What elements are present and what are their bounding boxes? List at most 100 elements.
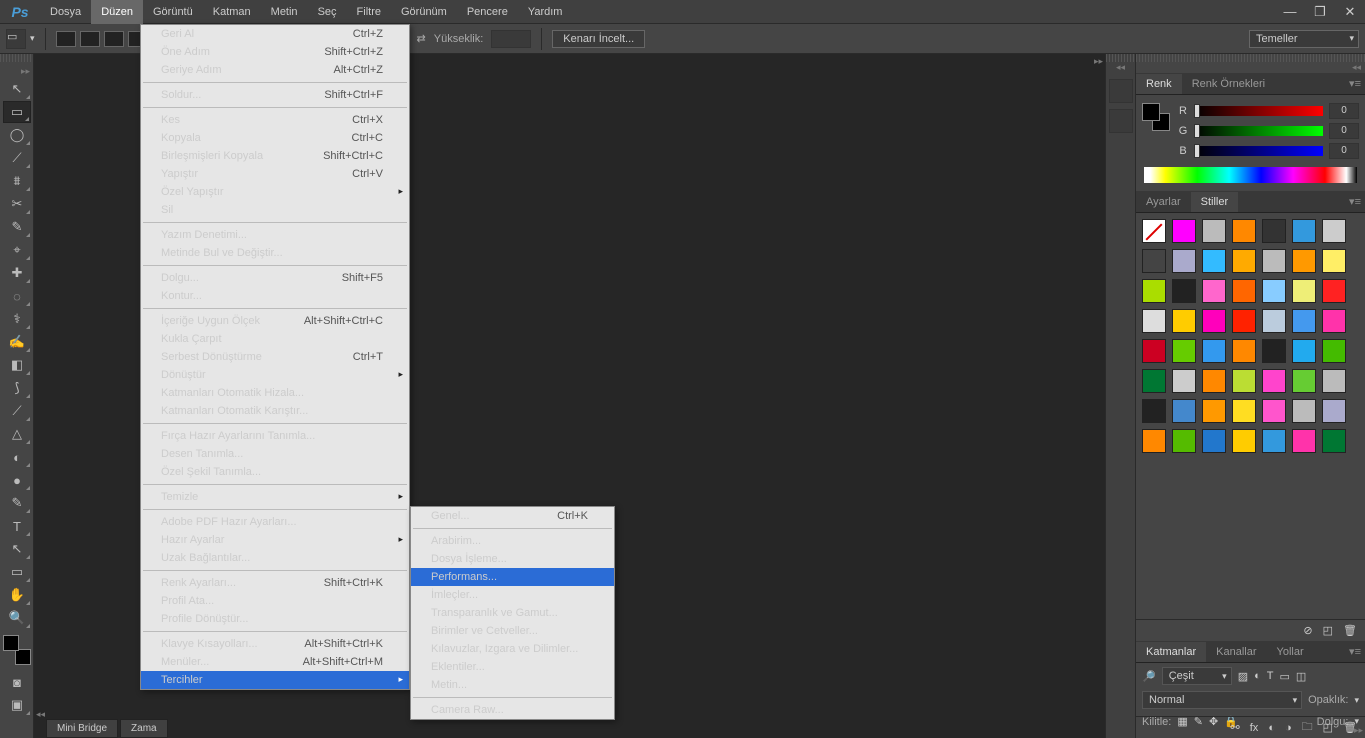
style-swatch[interactable]	[1322, 249, 1346, 273]
tool-22[interactable]: ✋	[3, 584, 31, 606]
style-swatch[interactable]	[1202, 309, 1226, 333]
style-swatch[interactable]	[1232, 279, 1256, 303]
tab-timeline[interactable]: Zama	[120, 719, 168, 738]
menuitem[interactable]: Desen Tanımla...	[141, 445, 409, 463]
maximize-button[interactable]: ❐	[1305, 2, 1335, 22]
b-value[interactable]: 0	[1329, 143, 1359, 159]
menu-yardım[interactable]: Yardım	[518, 0, 573, 24]
menuitem[interactable]: Fırça Hazır Ayarlarını Tanımla...	[141, 427, 409, 445]
style-swatch[interactable]	[1322, 219, 1346, 243]
menuitem[interactable]: Klavye Kısayolları...Alt+Shift+Ctrl+K	[141, 635, 409, 653]
style-swatch[interactable]	[1142, 309, 1166, 333]
menuitem[interactable]: Soldur...Shift+Ctrl+F	[141, 86, 409, 104]
menuitem[interactable]: Uzak Bağlantılar...	[141, 549, 409, 567]
style-swatch[interactable]	[1262, 399, 1286, 423]
style-swatch[interactable]	[1142, 339, 1166, 363]
menuitem[interactable]: Geriye AdımAlt+Ctrl+Z	[141, 61, 409, 79]
tool-14[interactable]: ⟋	[3, 400, 31, 422]
menu-katman[interactable]: Katman	[203, 0, 261, 24]
menuitem[interactable]: Eklentiler...	[411, 658, 614, 676]
tool-16[interactable]: ◐	[3, 446, 31, 468]
menuitem[interactable]: Transparanlık ve Gamut...	[411, 604, 614, 622]
style-swatch[interactable]	[1172, 219, 1196, 243]
tool-23[interactable]: 🔍	[3, 607, 31, 629]
spectrum-bar[interactable]	[1144, 167, 1357, 183]
menuitem[interactable]: Arabirim...	[411, 532, 614, 550]
mode-3-icon[interactable]	[104, 31, 124, 47]
dock-btn-1[interactable]	[1109, 79, 1133, 103]
tool-13[interactable]: ⟆	[3, 377, 31, 399]
dock-btn-2[interactable]	[1109, 109, 1133, 133]
style-swatch[interactable]	[1232, 309, 1256, 333]
r-value[interactable]: 0	[1329, 103, 1359, 119]
menu-dosya[interactable]: Dosya	[40, 0, 91, 24]
mask-icon[interactable]: ◐	[1268, 722, 1275, 734]
blend-mode-select[interactable]: Normal	[1142, 691, 1302, 709]
tool-6[interactable]: ✎	[3, 216, 31, 238]
style-swatch[interactable]	[1202, 369, 1226, 393]
menu-görüntü[interactable]: Görüntü	[143, 0, 203, 24]
tool-7[interactable]: ⌖	[3, 239, 31, 261]
menuitem[interactable]: Birleşmişleri KopyalaShift+Ctrl+C	[141, 147, 409, 165]
panel-menu-icon[interactable]: ▾≡	[1349, 77, 1361, 90]
menuitem[interactable]: Renk Ayarları...Shift+Ctrl+K	[141, 574, 409, 592]
menuitem[interactable]: YapıştırCtrl+V	[141, 165, 409, 183]
style-swatch[interactable]	[1292, 429, 1316, 453]
style-swatch[interactable]	[1322, 369, 1346, 393]
menu-düzen[interactable]: Düzen	[91, 0, 143, 24]
menuitem[interactable]: Kılavuzlar, Izgara ve Dilimler...	[411, 640, 614, 658]
filter-smart-icon[interactable]: ◫	[1296, 670, 1306, 683]
style-swatch[interactable]	[1262, 279, 1286, 303]
style-swatch[interactable]	[1172, 279, 1196, 303]
new-style-icon[interactable]: ◰	[1323, 624, 1333, 637]
style-swatch[interactable]	[1172, 399, 1196, 423]
new-layer-icon[interactable]: ◰	[1323, 721, 1333, 734]
tool-21[interactable]: ▭	[3, 561, 31, 583]
swap-icon[interactable]: ⇄	[417, 32, 426, 45]
menuitem[interactable]: Dosya İşleme...	[411, 550, 614, 568]
style-swatch[interactable]	[1292, 219, 1316, 243]
close-button[interactable]: ✕	[1335, 2, 1365, 22]
menuitem[interactable]: Katmanları Otomatik Karıştır...	[141, 402, 409, 420]
menuitem[interactable]: Sil	[141, 201, 409, 219]
quickmask-icon[interactable]: ◙	[3, 671, 31, 693]
menuitem[interactable]: Performans...	[411, 568, 614, 586]
menuitem[interactable]: Genel...Ctrl+K	[411, 507, 614, 525]
b-slider[interactable]	[1194, 146, 1323, 156]
filter-type-icon[interactable]: T	[1267, 670, 1274, 683]
tab-stiller[interactable]: Stiller	[1191, 192, 1239, 212]
style-swatch[interactable]	[1322, 429, 1346, 453]
tool-0[interactable]: ↖	[3, 78, 31, 100]
style-swatch[interactable]	[1232, 219, 1256, 243]
style-swatch[interactable]	[1172, 369, 1196, 393]
tab-renk[interactable]: Renk	[1136, 74, 1182, 94]
tab-yollar[interactable]: Yollar	[1267, 642, 1314, 662]
style-swatch[interactable]	[1292, 249, 1316, 273]
menu-pencere[interactable]: Pencere	[457, 0, 518, 24]
r-slider[interactable]	[1194, 106, 1323, 116]
menuitem[interactable]: İçeriğe Uygun ÖlçekAlt+Shift+Ctrl+C	[141, 312, 409, 330]
menuitem[interactable]: Kukla Çarpıt	[141, 330, 409, 348]
tool-17[interactable]: ●	[3, 469, 31, 491]
tool-9[interactable]: ◌	[3, 285, 31, 307]
style-swatch[interactable]	[1232, 399, 1256, 423]
tool-18[interactable]: ✎	[3, 492, 31, 514]
filter-pixel-icon[interactable]: ▨	[1238, 670, 1248, 683]
style-swatch[interactable]	[1292, 279, 1316, 303]
adjust-icon[interactable]: ◑	[1285, 722, 1292, 734]
style-swatch[interactable]	[1292, 339, 1316, 363]
foreground-background-swatch[interactable]	[3, 635, 31, 665]
style-swatch[interactable]	[1142, 429, 1166, 453]
style-swatch[interactable]	[1322, 339, 1346, 363]
link-icon[interactable]: ⚯	[1231, 721, 1240, 734]
style-swatch[interactable]	[1262, 339, 1286, 363]
style-swatch[interactable]	[1232, 369, 1256, 393]
style-swatch[interactable]	[1232, 429, 1256, 453]
tab-mini-bridge[interactable]: Mini Bridge	[46, 719, 118, 738]
tool-3[interactable]: ⟋	[3, 147, 31, 169]
menu-metin[interactable]: Metin	[261, 0, 308, 24]
style-swatch[interactable]	[1202, 399, 1226, 423]
style-swatch[interactable]	[1232, 339, 1256, 363]
style-swatch[interactable]	[1232, 249, 1256, 273]
style-swatch[interactable]	[1292, 309, 1316, 333]
